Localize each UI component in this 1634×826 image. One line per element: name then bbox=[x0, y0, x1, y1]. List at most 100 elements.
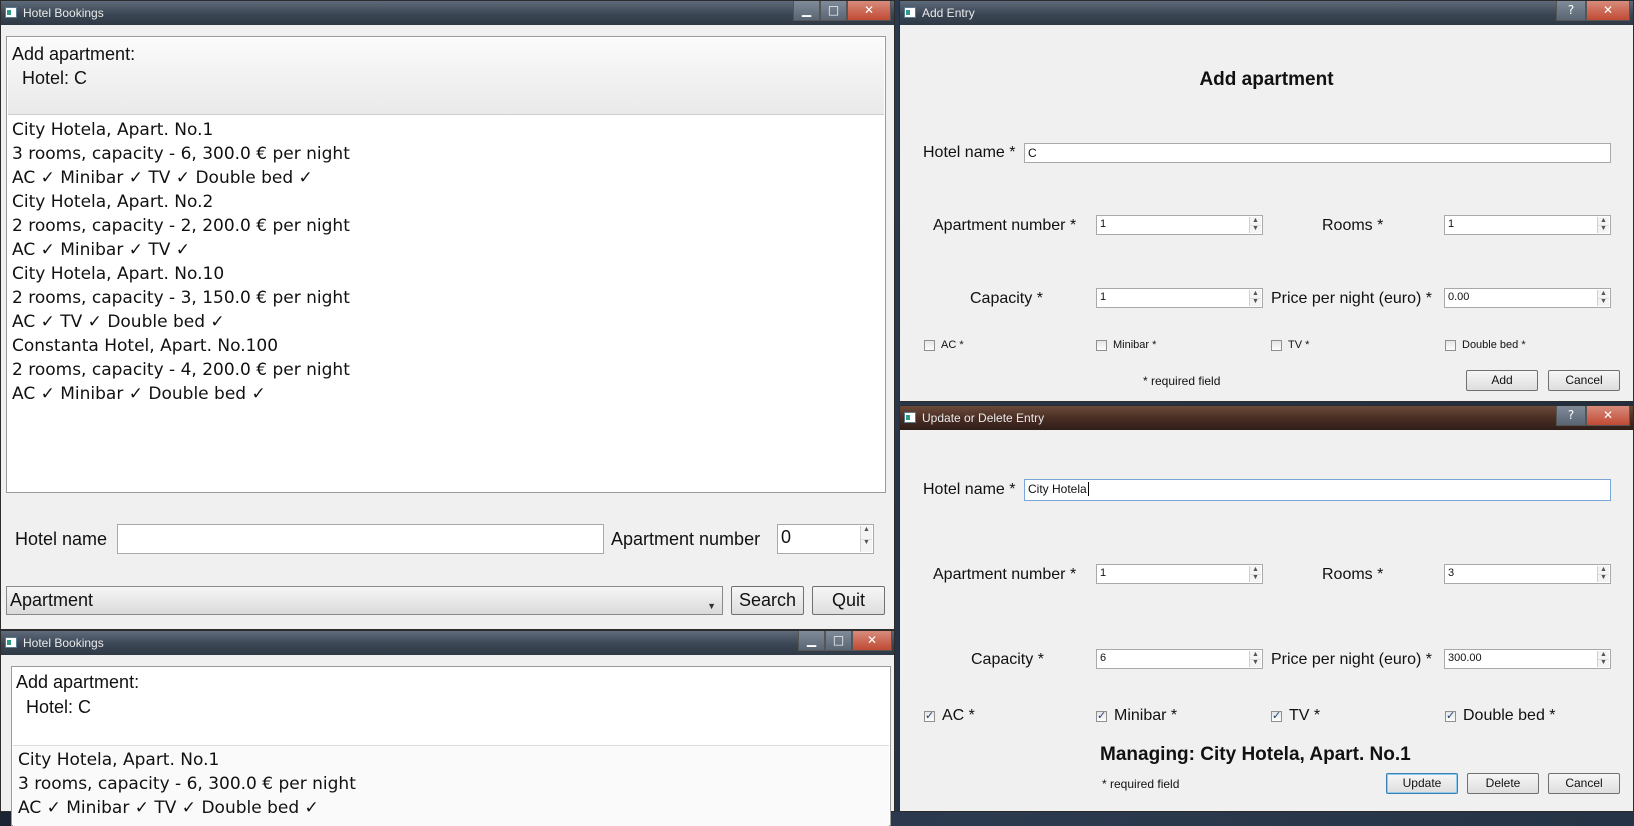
help-button[interactable]: ? bbox=[1556, 406, 1586, 426]
update-button[interactable]: Update bbox=[1386, 773, 1458, 794]
spin-arrows[interactable]: ▲ ▼ bbox=[1597, 217, 1609, 233]
hotel-name-label: Hotel name * bbox=[923, 144, 1016, 161]
dropdown-arrow-icon[interactable]: ▼ bbox=[707, 593, 716, 620]
tv-label: TV * bbox=[1289, 707, 1321, 724]
app-icon bbox=[904, 7, 916, 18]
capacity-spinbox[interactable]: 1 ▲ ▼ bbox=[1096, 288, 1263, 308]
spin-arrows[interactable]: ▲ ▼ bbox=[1597, 566, 1609, 582]
ac-label: AC * bbox=[941, 339, 964, 351]
update-dialog-titlebar[interactable]: Update or Delete Entry ? ✕ bbox=[900, 406, 1633, 430]
list-item: City Hotela, Apart. No.1 bbox=[18, 750, 220, 770]
results-header: Add apartment: Hotel: C bbox=[8, 38, 884, 115]
tv-label: TV * bbox=[1288, 339, 1310, 351]
maximize-button[interactable]: □ bbox=[825, 631, 852, 651]
list-item: AC ✓ Minibar ✓ Double bed ✓ bbox=[12, 384, 266, 404]
hotel-name-input[interactable]: C bbox=[1024, 143, 1611, 163]
add-button[interactable]: Add bbox=[1466, 370, 1538, 391]
spin-down-icon[interactable]: ▼ bbox=[1250, 298, 1261, 306]
double-bed-checkbox[interactable] bbox=[1445, 340, 1456, 351]
spin-down-icon[interactable]: ▼ bbox=[1598, 574, 1609, 582]
rooms-spinbox[interactable]: 3 ▲ ▼ bbox=[1444, 564, 1611, 584]
ac-checkbox[interactable] bbox=[924, 709, 935, 722]
close-button[interactable]: ✕ bbox=[852, 631, 892, 651]
minimize-button[interactable]: ▁ bbox=[798, 631, 825, 651]
spin-down-icon[interactable]: ▼ bbox=[1598, 659, 1609, 667]
rooms-label: Rooms * bbox=[1322, 566, 1384, 583]
ac-checkbox[interactable] bbox=[924, 340, 935, 351]
add-entry-dialog: Add Entry ? ✕ Add apartment Hotel name *… bbox=[899, 0, 1634, 402]
help-button[interactable]: ? bbox=[1556, 1, 1586, 21]
type-combobox-value: Apartment bbox=[10, 590, 94, 610]
results-pane[interactable]: Add apartment: Hotel: C City Hotela, Apa… bbox=[6, 36, 886, 493]
hotel-name-input[interactable]: City Hotela bbox=[1024, 479, 1611, 501]
quit-button[interactable]: Quit bbox=[812, 586, 885, 615]
minibar-checkbox[interactable] bbox=[1096, 340, 1107, 351]
close-button[interactable]: ✕ bbox=[1586, 406, 1630, 426]
spin-down-icon[interactable]: ▼ bbox=[1598, 298, 1609, 306]
window-title: Hotel Bookings bbox=[23, 636, 104, 650]
rooms-value: 1 bbox=[1448, 218, 1455, 230]
list-item: City Hotela, Apart. No.1 bbox=[12, 120, 214, 140]
list-item: 2 rooms, capacity - 4, 200.0 € per night bbox=[12, 360, 350, 380]
double-bed-checkbox[interactable] bbox=[1445, 709, 1456, 722]
spin-arrows[interactable]: ▲ ▼ bbox=[1249, 566, 1261, 582]
spin-down-icon[interactable]: ▼ bbox=[1250, 659, 1261, 667]
list-item: AC ✓ Minibar ✓ TV ✓ Double bed ✓ bbox=[12, 168, 313, 188]
add-dialog-titlebar[interactable]: Add Entry ? ✕ bbox=[900, 1, 1633, 25]
second-window-titlebar[interactable]: Hotel Bookings ▁ □ ✕ bbox=[1, 631, 894, 655]
price-value: 300.00 bbox=[1448, 652, 1482, 664]
apartment-number-spinbox[interactable]: 1 ▲ ▼ bbox=[1096, 215, 1263, 235]
header-line-1: Add apartment: bbox=[12, 44, 136, 64]
delete-button[interactable]: Delete bbox=[1467, 773, 1539, 794]
capacity-value: 6 bbox=[1100, 652, 1107, 664]
hotel-name-input[interactable] bbox=[117, 524, 604, 554]
results-pane[interactable]: Add apartment: Hotel: C City Hotela, Apa… bbox=[11, 666, 891, 826]
apartment-number-label: Apartment number * bbox=[933, 566, 1077, 583]
app-icon bbox=[904, 412, 916, 423]
price-value: 0.00 bbox=[1448, 291, 1470, 303]
capacity-spinbox[interactable]: 6 ▲ ▼ bbox=[1096, 649, 1263, 669]
rooms-spinbox[interactable]: 1 ▲ ▼ bbox=[1444, 215, 1611, 235]
tv-checkbox[interactable] bbox=[1271, 709, 1282, 722]
price-spinbox[interactable]: 0.00 ▲ ▼ bbox=[1444, 288, 1611, 308]
list-item: AC ✓ Minibar ✓ TV ✓ Double bed ✓ bbox=[18, 798, 319, 818]
apartment-number-label: Apartment number * bbox=[933, 217, 1077, 234]
minibar-label: Minibar * bbox=[1114, 707, 1178, 724]
main-window: Hotel Bookings ▁ □ ✕ Add apartment: Hote… bbox=[0, 0, 895, 630]
spin-arrows[interactable]: ▲ ▼ bbox=[1249, 290, 1261, 306]
type-combobox[interactable]: Apartment ▼ bbox=[6, 586, 723, 615]
spin-arrows[interactable]: ▲ ▼ bbox=[1249, 651, 1261, 667]
apartment-number-spinbox[interactable]: 1 ▲ ▼ bbox=[1096, 564, 1263, 584]
cancel-button[interactable]: Cancel bbox=[1548, 370, 1620, 391]
spin-down-icon[interactable]: ▼ bbox=[1598, 225, 1609, 233]
spin-down-icon[interactable]: ▼ bbox=[1250, 574, 1261, 582]
search-button[interactable]: Search bbox=[731, 586, 804, 615]
minibar-label: Minibar * bbox=[1113, 339, 1157, 351]
spin-arrows[interactable]: ▲ ▼ bbox=[860, 526, 872, 552]
header-line-1: Add apartment: bbox=[16, 672, 140, 692]
spin-arrows[interactable]: ▲ ▼ bbox=[1249, 217, 1261, 233]
cancel-button[interactable]: Cancel bbox=[1548, 773, 1620, 794]
tv-checkbox[interactable] bbox=[1271, 340, 1282, 351]
spin-arrows[interactable]: ▲ ▼ bbox=[1597, 651, 1609, 667]
spin-up-icon[interactable]: ▲ bbox=[861, 526, 872, 540]
close-button[interactable]: ✕ bbox=[1586, 1, 1630, 21]
spin-arrows[interactable]: ▲ ▼ bbox=[1597, 290, 1609, 306]
maximize-button[interactable]: □ bbox=[820, 1, 847, 21]
price-spinbox[interactable]: 300.00 ▲ ▼ bbox=[1444, 649, 1611, 669]
double-bed-label: Double bed * bbox=[1463, 707, 1556, 724]
list-item: City Hotela, Apart. No.2 bbox=[12, 192, 214, 212]
minimize-button[interactable]: ▁ bbox=[793, 1, 820, 21]
close-button[interactable]: ✕ bbox=[847, 1, 891, 21]
managing-text: Managing: City Hotela, Apart. No.1 bbox=[1100, 744, 1411, 765]
apartment-number-spinbox[interactable]: 0 ▲ ▼ bbox=[777, 524, 874, 554]
list-item: 3 rooms, capacity - 6, 300.0 € per night bbox=[12, 144, 350, 164]
app-icon bbox=[5, 7, 17, 18]
list-item: City Hotela, Apart. No.10 bbox=[12, 264, 225, 284]
hotel-name-value: City Hotela bbox=[1028, 482, 1087, 496]
app-icon bbox=[5, 637, 17, 648]
minibar-checkbox[interactable] bbox=[1096, 709, 1107, 722]
main-window-titlebar[interactable]: Hotel Bookings ▁ □ ✕ bbox=[1, 1, 894, 25]
spin-down-icon[interactable]: ▼ bbox=[1250, 225, 1261, 233]
spin-down-icon[interactable]: ▼ bbox=[861, 539, 872, 552]
